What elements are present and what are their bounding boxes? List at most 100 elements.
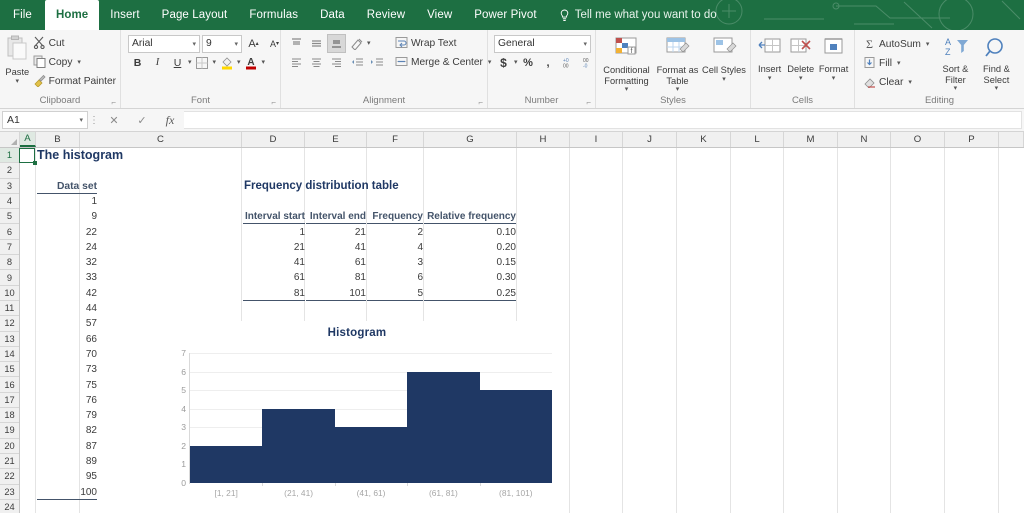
data-cell[interactable]: 9 <box>37 209 97 224</box>
chevron-down-icon[interactable]: ▾ <box>77 59 81 66</box>
row-header-24[interactable]: 24 <box>0 500 19 513</box>
align-right-button[interactable] <box>327 53 346 72</box>
italic-button[interactable]: I <box>148 53 167 72</box>
freq-cell[interactable]: 2 <box>367 225 423 240</box>
histogram-bar[interactable] <box>479 390 552 483</box>
freq-cell[interactable]: 6 <box>367 270 423 285</box>
tab-formulas[interactable]: Formulas <box>238 0 309 30</box>
freq-cell[interactable]: 41 <box>243 255 305 270</box>
column-header-O[interactable]: O <box>891 132 945 147</box>
data-cell[interactable]: 79 <box>37 408 97 423</box>
histogram-bar[interactable] <box>262 408 335 483</box>
font-dialog-launcher-icon[interactable]: ⌐ <box>271 98 276 107</box>
name-box[interactable]: A1 ▾ <box>2 111 88 129</box>
column-header-D[interactable]: D <box>242 132 305 147</box>
selected-cell-indicator[interactable] <box>19 148 37 165</box>
chevron-down-icon[interactable]: ▾ <box>367 40 371 47</box>
chevron-down-icon[interactable]: ▾ <box>188 59 192 66</box>
format-as-table-button[interactable]: Format as Table ▾ <box>653 34 702 93</box>
freq-cell[interactable]: 0.20 <box>424 240 516 255</box>
data-cell[interactable]: 66 <box>37 332 97 347</box>
increase-decimal-button[interactable]: +0 00 <box>559 53 578 72</box>
increase-indent-button[interactable] <box>367 53 386 72</box>
tell-me-search[interactable]: Tell me what you want to do <box>548 0 728 30</box>
freq-cell[interactable]: 81 <box>306 270 366 285</box>
borders-button[interactable] <box>193 53 212 72</box>
row-header-16[interactable]: 16 <box>0 377 19 393</box>
chevron-down-icon[interactable]: ▾ <box>625 86 629 93</box>
select-all-corner[interactable] <box>0 132 20 147</box>
row-header-18[interactable]: 18 <box>0 408 19 424</box>
clipboard-dialog-launcher-icon[interactable]: ⌐ <box>111 98 116 107</box>
chevron-down-icon[interactable]: ▾ <box>676 86 680 93</box>
data-cell[interactable]: 100 <box>37 485 97 500</box>
column-header-J[interactable]: J <box>623 132 677 147</box>
chevron-down-icon[interactable]: ▾ <box>262 59 266 66</box>
currency-button[interactable]: $ <box>494 53 513 72</box>
row-header-23[interactable]: 23 <box>0 485 19 500</box>
row-header-10[interactable]: 10 <box>0 286 19 301</box>
formula-input[interactable] <box>184 111 1022 129</box>
align-middle-button[interactable] <box>307 34 326 53</box>
row-header-20[interactable]: 20 <box>0 439 19 454</box>
column-header-E[interactable]: E <box>305 132 367 147</box>
decrease-indent-button[interactable] <box>347 53 366 72</box>
column-header-M[interactable]: M <box>784 132 838 147</box>
row-header-5[interactable]: 5 <box>0 209 19 225</box>
insert-cells-button[interactable]: Insert ▾ <box>755 34 784 82</box>
comma-button[interactable]: , <box>539 53 558 72</box>
format-cells-button[interactable]: Format ▾ <box>817 34 850 82</box>
histogram-bar[interactable] <box>190 445 263 483</box>
column-header-P[interactable]: P <box>945 132 999 147</box>
chevron-down-icon[interactable]: ▾ <box>722 76 726 83</box>
row-header-11[interactable]: 11 <box>0 301 19 317</box>
chevron-down-icon[interactable]: ▾ <box>213 59 217 66</box>
grow-font-button[interactable]: A ▴ <box>244 34 263 53</box>
chevron-down-icon[interactable]: ▾ <box>514 59 518 66</box>
percent-button[interactable]: % <box>519 53 538 72</box>
column-header-L[interactable]: L <box>731 132 784 147</box>
freq-cell[interactable]: 101 <box>306 286 366 301</box>
wrap-text-button[interactable]: Wrap Text <box>395 34 491 53</box>
row-header-3[interactable]: 3 <box>0 179 19 194</box>
chevron-down-icon[interactable]: ▾ <box>799 75 803 82</box>
freq-cell[interactable]: 21 <box>306 225 366 240</box>
freq-cell[interactable]: 81 <box>243 286 305 301</box>
tab-data[interactable]: Data <box>309 0 356 30</box>
tab-power-pivot[interactable]: Power Pivot <box>463 0 547 30</box>
chevron-down-icon[interactable]: ▾ <box>237 59 241 66</box>
column-header-G[interactable]: G <box>424 132 517 147</box>
column-header-F[interactable]: F <box>367 132 424 147</box>
data-cell[interactable]: 75 <box>37 378 97 393</box>
freq-cell[interactable]: 0.25 <box>424 286 516 301</box>
clear-button[interactable]: Clear ▾ <box>863 73 929 92</box>
row-header-7[interactable]: 7 <box>0 240 19 256</box>
data-cell[interactable]: 1 <box>37 194 97 209</box>
freq-cell[interactable]: 0.15 <box>424 255 516 270</box>
column-header-N[interactable]: N <box>838 132 891 147</box>
tab-page-layout[interactable]: Page Layout <box>151 0 239 30</box>
data-cell[interactable]: 44 <box>37 301 97 316</box>
tab-insert[interactable]: Insert <box>99 0 150 30</box>
chevron-down-icon[interactable]: ▾ <box>954 85 958 92</box>
column-header-I[interactable]: I <box>570 132 623 147</box>
freq-cell[interactable]: 3 <box>367 255 423 270</box>
row-header-4[interactable]: 4 <box>0 194 19 210</box>
fill-button[interactable]: Fill ▾ <box>863 54 929 73</box>
chevron-down-icon[interactable]: ▾ <box>832 75 836 82</box>
row-header-22[interactable]: 22 <box>0 469 19 485</box>
histogram-bar[interactable] <box>334 427 408 483</box>
insert-function-icon[interactable]: fx <box>156 113 184 128</box>
underline-button[interactable]: U <box>168 53 187 72</box>
tab-review[interactable]: Review <box>356 0 416 30</box>
freq-cell[interactable]: 21 <box>243 240 305 255</box>
column-header-C[interactable]: C <box>80 132 242 147</box>
data-cell[interactable]: 95 <box>37 469 97 484</box>
conditional-formatting-button[interactable]: f Conditional Formatting ▾ <box>600 34 653 93</box>
chevron-down-icon[interactable]: ▾ <box>926 41 930 48</box>
decrease-decimal-button[interactable]: 00 -0 <box>579 53 598 72</box>
tab-file[interactable]: File <box>0 0 45 30</box>
freq-cell[interactable]: 0.30 <box>424 270 516 285</box>
row-header-15[interactable]: 15 <box>0 362 19 378</box>
align-top-button[interactable] <box>287 34 306 53</box>
